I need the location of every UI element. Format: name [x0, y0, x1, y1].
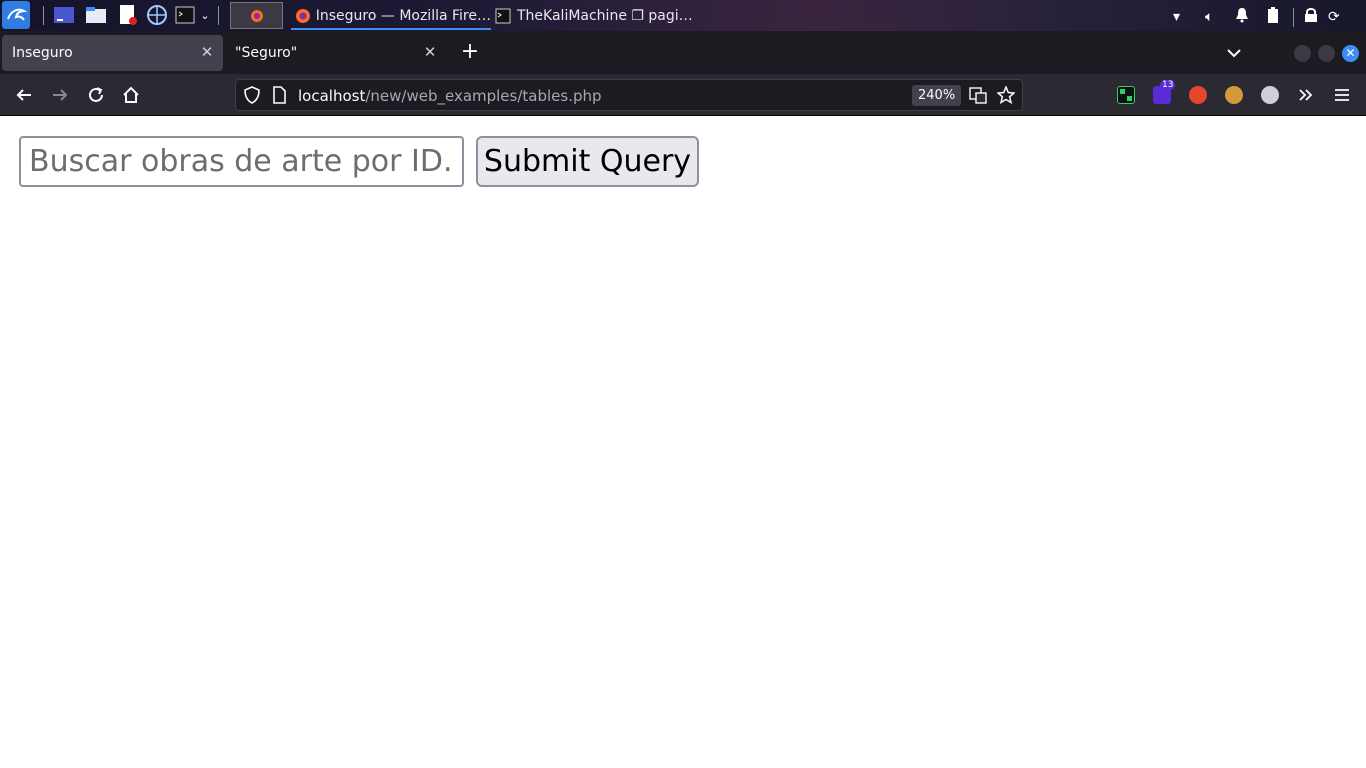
file-manager-icon[interactable] [84, 4, 108, 26]
maximize-button[interactable] [1318, 45, 1335, 62]
list-all-tabs-icon[interactable] [1224, 44, 1244, 62]
more-tools-chevron-icon[interactable] [1295, 84, 1317, 106]
battery-icon[interactable] [1267, 6, 1285, 28]
taskbar-window-label: Inseguro — Mozilla Fire… [315, 7, 491, 24]
extension-foxyproxy-icon[interactable] [1189, 86, 1207, 104]
workspace-switcher[interactable] [230, 2, 283, 29]
page-info-icon[interactable] [270, 86, 288, 104]
tab-inseguro[interactable]: Inseguro ✕ [2, 35, 223, 71]
chevron-down-icon[interactable]: ⌄ [199, 4, 211, 26]
new-tab-button[interactable]: + [458, 41, 482, 65]
web-browser-icon[interactable] [145, 4, 169, 26]
extension-hackbar-icon[interactable]: 13 [1153, 80, 1176, 104]
page-content: Submit Query [0, 117, 1366, 768]
tab-title: Inseguro [12, 45, 73, 61]
extension-wappalyzer-icon[interactable] [1117, 86, 1135, 104]
taskbar-window-firefox[interactable]: Inseguro — Mozilla Fire… [291, 2, 491, 30]
taskbar-separator [218, 6, 219, 25]
url-host: localhost [298, 87, 366, 105]
submit-query-button[interactable]: Submit Query [476, 136, 699, 187]
close-tab-icon[interactable]: ✕ [199, 44, 215, 60]
home-button[interactable] [120, 84, 142, 106]
volume-icon[interactable]: 🔈︎ [1205, 9, 1223, 25]
url-text: localhost/new/web_examples/tables.php [298, 87, 602, 105]
firefox-icon [296, 8, 310, 23]
artwork-search-input[interactable] [19, 136, 464, 187]
tab-seguro[interactable]: "Seguro" ✕ [225, 35, 446, 71]
zoom-level-badge[interactable]: 240% [912, 85, 962, 106]
terminal-icon [495, 8, 511, 23]
extension-user-agent-icon[interactable] [1261, 86, 1279, 104]
url-bar[interactable]: localhost/new/web_examples/tables.php 24… [235, 79, 1023, 111]
taskbar-window-terminal[interactable]: TheKaliMachine ❐ pagi… [495, 2, 695, 29]
taskbar-window-label: TheKaliMachine ❐ pagi… [517, 7, 693, 24]
extension-cookie-editor-icon[interactable] [1225, 86, 1243, 104]
taskbar: ⌄ Inseguro — Mozilla Fire… TheKaliMachin… [0, 0, 1366, 31]
terminal-launcher-icon[interactable] [174, 4, 196, 26]
hamburger-menu-icon[interactable] [1331, 84, 1353, 106]
tray-separator [1293, 7, 1294, 27]
logout-icon[interactable]: ⟳ [1328, 9, 1346, 25]
minimize-button[interactable] [1294, 45, 1311, 62]
system-tray: ▾ 🔈︎ ⟳ [1173, 6, 1346, 28]
extension-badge: 13 [1160, 80, 1176, 90]
lock-screen-icon[interactable] [1304, 7, 1322, 27]
back-button[interactable] [13, 84, 35, 106]
kali-menu-icon[interactable] [2, 1, 30, 29]
taskbar-separator [43, 6, 44, 25]
wifi-icon[interactable]: ▾ [1173, 9, 1191, 25]
text-editor-icon[interactable] [116, 4, 140, 26]
close-tab-icon[interactable]: ✕ [422, 44, 438, 60]
show-desktop-icon[interactable] [52, 4, 76, 26]
tracking-protection-shield-icon[interactable] [243, 86, 261, 104]
notification-bell-icon[interactable] [1235, 7, 1253, 27]
bookmark-star-icon[interactable] [997, 86, 1015, 104]
tab-title: "Seguro" [235, 45, 298, 61]
url-path: /new/web_examples/tables.php [365, 87, 602, 105]
translate-icon[interactable] [969, 86, 987, 104]
close-window-button[interactable]: ✕ [1342, 45, 1359, 62]
reload-button[interactable] [85, 84, 107, 106]
forward-button[interactable] [49, 84, 71, 106]
